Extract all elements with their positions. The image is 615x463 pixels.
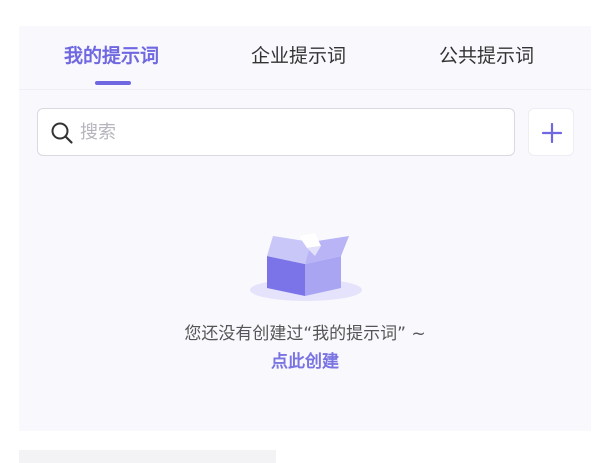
search-box[interactable] xyxy=(37,108,515,156)
tab-public-prompts[interactable]: 公共提示词 xyxy=(439,40,534,72)
plus-icon xyxy=(542,123,562,143)
prompt-panel: 我的提示词 企业提示词 公共提示词 您还没有创建过“我的提示词” ~ 点此创建 xyxy=(19,26,591,431)
empty-state-message: 您还没有创建过“我的提示词” ~ xyxy=(184,324,426,344)
search-input[interactable] xyxy=(80,115,500,149)
active-tab-indicator xyxy=(95,81,131,85)
add-prompt-button[interactable] xyxy=(528,108,574,156)
tab-bar: 我的提示词 企业提示词 公共提示词 xyxy=(19,26,591,90)
tab-enterprise-prompts[interactable]: 企业提示词 xyxy=(251,40,346,72)
empty-box-icon xyxy=(250,233,362,301)
search-icon xyxy=(51,122,73,144)
create-prompt-link[interactable]: 点此创建 xyxy=(19,347,591,372)
bottom-bar xyxy=(19,450,276,463)
tab-my-prompts[interactable]: 我的提示词 xyxy=(64,40,159,72)
